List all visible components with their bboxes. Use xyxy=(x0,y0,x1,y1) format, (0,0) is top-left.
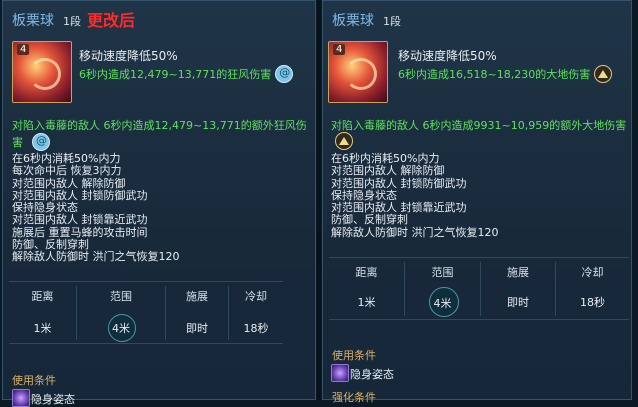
stat-distance: 距离 1米 xyxy=(355,266,378,309)
changed-tag: 更改后 xyxy=(87,11,136,30)
enhance-condition-label: 强化条件 xyxy=(332,391,376,404)
stat-cooldown: 冷却 18秒 xyxy=(580,266,605,309)
stat-range: 范围 4米 xyxy=(77,282,165,343)
stealth-stance-icon xyxy=(12,389,30,407)
skill-detail-lines: 在6秒内消耗50%内力 对范围内敌人 解除防御 对范围内敌人 封锁防御武功 保持… xyxy=(331,152,499,239)
panel-divider xyxy=(317,0,321,400)
skill-tooltip-after: 板栗球 1段 更改后 4 移动速度降低50% 6秒内造成12,479~13,77… xyxy=(2,0,316,407)
effect-text: 移动速度降低50% xyxy=(398,49,497,63)
stealth-stance-icon xyxy=(331,364,349,382)
damage-text: 6秒内造成12,479~13,771的狂风伤害 xyxy=(79,65,294,84)
stat-distance: 距离 1米 xyxy=(31,290,54,335)
skill-level: 1段 xyxy=(63,15,81,28)
stealth-stance-label: 隐身姿态 xyxy=(350,368,394,381)
skill-stats-table: 距离 1米 范围 4米 施展 即时 冷却 18秒 xyxy=(329,257,629,320)
use-condition-label: 使用条件 xyxy=(332,349,376,362)
skill-stats-table: 距离 1米 范围 4米 施展 即时 冷却 18秒 xyxy=(9,281,283,344)
skill-rank-badge: 4 xyxy=(17,44,30,55)
skill-detail-lines: 在6秒内消耗50%内力 每次命中后 恢复3内力 对范围内敌人 解除防御 对范围内… xyxy=(12,152,180,264)
earth-element-icon xyxy=(594,65,613,83)
skill-name: 板栗球 xyxy=(12,13,54,29)
skill-level: 1段 xyxy=(383,15,401,28)
use-condition-label: 使用条件 xyxy=(12,374,56,387)
detail-line: 每次命中后 恢复3内力 xyxy=(12,164,122,178)
effect-text: 移动速度降低50% xyxy=(79,49,178,63)
wind-element-icon xyxy=(275,65,294,83)
detail-line: 解除敌人防御时 洪门之气恢复120 xyxy=(12,250,180,264)
stat-cast: 施展 即时 xyxy=(507,266,529,309)
stat-cast: 施展 即时 xyxy=(186,290,208,335)
damage-text: 6秒内造成16,518~18,230的大地伤害 xyxy=(398,65,613,84)
chestnut-ball-skill-icon: 4 xyxy=(12,41,72,103)
chestnut-ball-skill-icon: 4 xyxy=(328,41,388,103)
wind-element-icon xyxy=(32,133,50,151)
skill-tooltip-before: 板栗球 1段 4 移动速度降低50% 6秒内造成16,518~18,230的大地… xyxy=(322,0,632,404)
detail-line: 防御、反制穿刺 xyxy=(331,213,408,227)
earth-element-icon xyxy=(335,132,353,150)
skill-name: 板栗球 xyxy=(332,13,374,29)
detail-line: 对范围内敌人 解除防御 xyxy=(331,164,445,178)
skill-rank-badge: 4 xyxy=(333,44,346,55)
extra-damage-text: 对陷入毒藤的敌人 6秒内造成12,479~13,771的额外狂风伤 害 xyxy=(12,119,307,149)
detail-line: 解除敌人防御时 洪门之气恢复120 xyxy=(331,225,499,239)
stat-cooldown: 冷却 18秒 xyxy=(243,290,269,335)
stat-range: 范围 4米 xyxy=(405,258,480,319)
stealth-stance-label: 隐身姿态 xyxy=(31,393,75,406)
detail-line: 对范围内敌人 封锁靠近武功 xyxy=(12,213,148,227)
extra-damage-text: 对陷入毒藤的敌人 6秒内造成9931~10,959的额外大地伤害 xyxy=(331,119,627,132)
